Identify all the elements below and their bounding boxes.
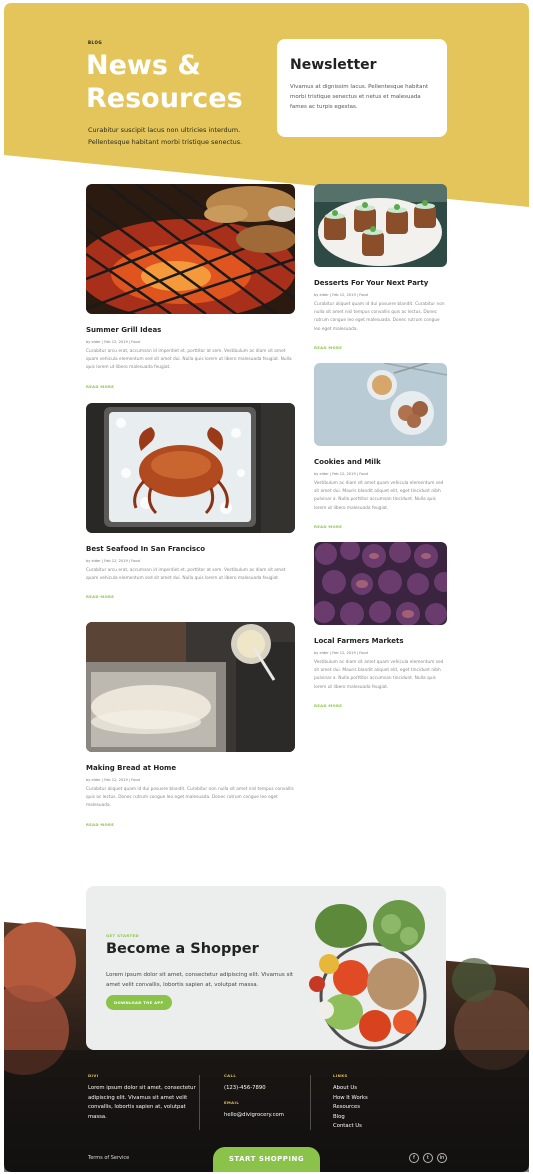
- footer-link-blog[interactable]: Blog: [333, 1113, 433, 1123]
- blog-post: Local Farmers Markets by elder | Feb 12,…: [314, 542, 447, 711]
- post-image-desserts[interactable]: [314, 184, 447, 267]
- vegetable-basket-image: [309, 900, 427, 1050]
- footer-section: GET STARTED Become a Shopper Lorem ipsum…: [4, 880, 529, 1172]
- footer-email[interactable]: hello@divigrocery.com: [224, 1111, 324, 1121]
- cta-card: GET STARTED Become a Shopper Lorem ipsum…: [86, 886, 446, 1050]
- footer-about-text: Lorem ipsum dolor sit amet, consectetur …: [88, 1085, 196, 1120]
- post-meta: by elder | Feb 12, 2019 | Food: [314, 472, 368, 476]
- download-app-button[interactable]: DOWNLOAD THE APP: [106, 995, 172, 1010]
- post-excerpt: Curabitur arcu erat, accumsan id imperdi…: [86, 349, 292, 371]
- footer-link-resources[interactable]: Resources: [333, 1103, 433, 1113]
- blog-post: Making Bread at Home by elder | Feb 12, …: [86, 622, 295, 830]
- post-title[interactable]: Cookies and Milk: [314, 458, 447, 466]
- facebook-icon[interactable]: f: [409, 1153, 419, 1163]
- linkedin-icon[interactable]: in: [437, 1153, 447, 1163]
- footer-links: LINKS About Us How It Works Resources Bl…: [333, 1073, 433, 1132]
- read-more-link[interactable]: READ MORE: [314, 703, 342, 708]
- footer-link-how-it-works[interactable]: How It Works: [333, 1094, 433, 1104]
- post-title[interactable]: Summer Grill Ideas: [86, 326, 295, 334]
- terms-of-service-link[interactable]: Terms of Service: [88, 1155, 129, 1161]
- read-more-link[interactable]: READ MORE: [314, 345, 342, 350]
- hero-eyebrow: BLOG: [88, 40, 103, 45]
- post-title[interactable]: Best Seafood In San Francisco: [86, 545, 295, 553]
- footer-divider: [199, 1075, 200, 1130]
- footer-phone[interactable]: (123)-456-7890: [224, 1084, 324, 1094]
- newsletter-card: Newsletter Vivamus at dignissim lacus. P…: [277, 39, 447, 137]
- post-meta: by elder | Feb 12, 2019 | Food: [86, 340, 140, 344]
- hero-section: BLOG News & Resources Curabitur suscipit…: [4, 3, 529, 209]
- read-more-link[interactable]: READ MORE: [314, 524, 342, 529]
- footer-link-about-us[interactable]: About Us: [333, 1084, 433, 1094]
- footer-divider: [310, 1075, 311, 1130]
- post-image-cookies[interactable]: [314, 363, 447, 446]
- post-title[interactable]: Making Bread at Home: [86, 764, 295, 772]
- post-image-bread[interactable]: [86, 622, 295, 752]
- blog-post: Cookies and Milk by elder | Feb 12, 2019…: [314, 363, 447, 532]
- newsletter-text: Vivamus at dignissim lacus. Pellentesque…: [290, 84, 429, 110]
- twitter-icon[interactable]: t: [423, 1153, 433, 1163]
- hero-subtitle: Curabitur suscipit lacus non ultricies i…: [88, 126, 243, 146]
- footer-contact: CALL (123)-456-7890 EMAIL hello@divigroc…: [224, 1073, 324, 1120]
- footer-call-label: CALL: [224, 1073, 237, 1078]
- post-excerpt: Vestibulum ac diam sit amet quam vehicul…: [314, 660, 444, 690]
- footer-about: DIVI Lorem ipsum dolor sit amet, consect…: [88, 1073, 198, 1122]
- post-meta: by elder | Feb 12, 2019 | Food: [314, 293, 368, 297]
- post-excerpt: Curabitur aliquet quam id dui posuere bl…: [314, 302, 445, 332]
- post-image-seafood[interactable]: [86, 403, 295, 533]
- page-title: News & Resources: [86, 50, 243, 114]
- post-meta: by elder | Feb 12, 2019 | Food: [314, 651, 368, 655]
- cta-text: Lorem ipsum dolor sit amet, consectetur …: [106, 972, 294, 988]
- post-meta: by elder | Feb 12, 2019 | Food: [86, 559, 140, 563]
- post-excerpt: Curabitur aliquet quam id dui posuere bl…: [86, 787, 294, 809]
- post-excerpt: Vestibulum ac diam sit amet quam vehicul…: [314, 481, 444, 511]
- read-more-link[interactable]: READ MORE: [86, 822, 114, 827]
- read-more-link[interactable]: READ MORE: [86, 594, 114, 599]
- blog-post: Desserts For Your Next Party by elder | …: [314, 184, 447, 353]
- post-title[interactable]: Local Farmers Markets: [314, 637, 447, 645]
- cta-eyebrow: GET STARTED: [106, 933, 140, 938]
- post-meta: by elder | Feb 12, 2019 | Food: [86, 778, 140, 782]
- post-excerpt: Curabitur arcu erat, accumsan id imperdi…: [86, 568, 286, 582]
- newsletter-title: Newsletter: [290, 57, 377, 73]
- post-image-figs[interactable]: [314, 542, 447, 625]
- read-more-link[interactable]: READ MORE: [86, 384, 114, 389]
- footer-email-label: EMAIL: [224, 1099, 240, 1105]
- footer-about-label: DIVI: [88, 1073, 99, 1078]
- post-image-grill[interactable]: [86, 184, 295, 314]
- blog-post: Best Seafood In San Francisco by elder |…: [86, 403, 295, 602]
- start-shopping-button[interactable]: START SHOPPING: [213, 1147, 320, 1172]
- footer-links-label: LINKS: [333, 1073, 348, 1078]
- post-title[interactable]: Desserts For Your Next Party: [314, 279, 447, 287]
- footer-link-contact-us[interactable]: Contact Us: [333, 1122, 433, 1132]
- blog-post: Summer Grill Ideas by elder | Feb 12, 20…: [86, 184, 295, 392]
- cta-title: Become a Shopper: [106, 941, 259, 957]
